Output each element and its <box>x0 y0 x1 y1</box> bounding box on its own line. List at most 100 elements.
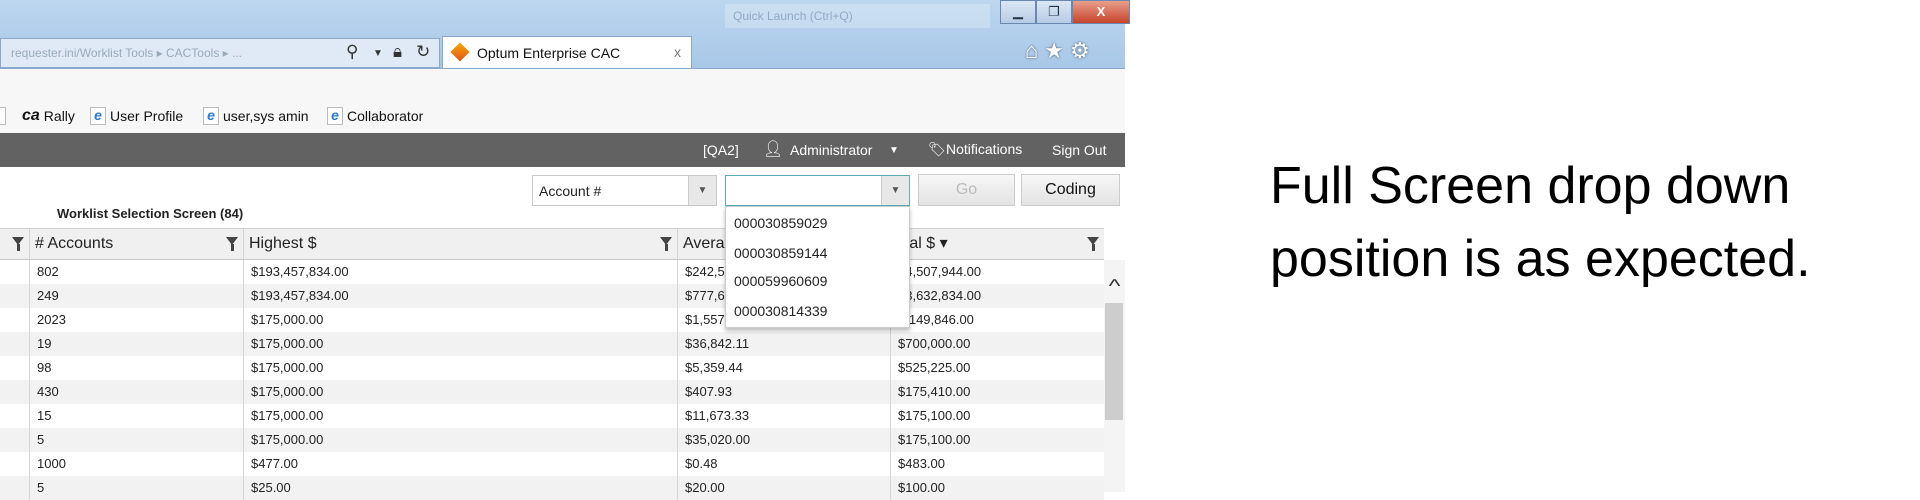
favorite-label: User Profile <box>110 108 184 124</box>
table-cell: $175,410.00 <box>890 380 1104 404</box>
go-button[interactable]: Go <box>918 174 1015 206</box>
table-row[interactable]: 802 $193,457,834.00 $242,5 94,507,944.00 <box>0 260 1104 284</box>
address-bar[interactable]: requester.ini/Worklist Tools ▸ CACTools … <box>0 38 440 68</box>
home-icon[interactable]: ⌂ <box>1025 38 1038 64</box>
table-cell: $175,000.00 <box>243 356 677 380</box>
chevron-down-icon[interactable]: ▼ <box>373 48 383 59</box>
table-cell: $477.00 <box>243 452 677 476</box>
table-cell: $700,000.00 <box>890 332 1104 356</box>
table-row[interactable]: 2023 $175,000.00 $1,557 3,149,846.00 <box>0 308 1104 332</box>
table-cell: $175,100.00 <box>890 404 1104 428</box>
favorite-label: user,sys amin <box>223 108 309 124</box>
table-cell: $36,842.11 <box>677 332 890 356</box>
favorite-user-profile[interactable]: e User Profile <box>90 107 183 125</box>
table-cell <box>0 332 29 356</box>
table-cell <box>0 284 29 308</box>
header-label: # Accounts <box>35 235 114 252</box>
star-icon[interactable]: ★ <box>1044 38 1064 64</box>
favorites-bar: ca Rally e User Profile e user,sys amin e Co… <box>0 68 1125 134</box>
table-cell: $100.00 <box>890 476 1104 500</box>
table-cell: 430 <box>29 380 243 404</box>
gear-icon[interactable]: ⚙ <box>1070 38 1090 64</box>
table-row[interactable]: 19 $175,000.00 $36,842.11 $700,000.00 <box>0 332 1104 356</box>
favorite-user-sys-amin[interactable]: e user,sys amin <box>203 107 309 125</box>
close-button[interactable]: X <box>1072 0 1130 24</box>
table-row[interactable]: 5 $175,000.00 $35,020.00 $175,100.00 <box>0 428 1104 452</box>
table-cell: $525,225.00 <box>890 356 1104 380</box>
chevron-down-icon[interactable]: ▼ <box>889 145 899 156</box>
table-cell <box>0 428 29 452</box>
refresh-icon[interactable]: ↻ <box>416 42 430 62</box>
table-cell: $175,000.00 <box>243 332 677 356</box>
table-cell <box>0 452 29 476</box>
column-header-total[interactable]: otal $ ▾ <box>890 229 1104 259</box>
notifications-link[interactable]: Notifications <box>946 141 1022 157</box>
scrollbar-thumb[interactable] <box>1105 303 1123 420</box>
filter-icon[interactable] <box>1087 237 1099 251</box>
table-cell: $175,000.00 <box>243 428 677 452</box>
table-cell <box>0 308 29 332</box>
browser-tab[interactable]: Optum Enterprise CAC x <box>442 36 692 69</box>
search-icon[interactable]: ⚲ <box>346 42 358 62</box>
annotation-note: Full Screen drop down position is as exp… <box>1270 157 1811 288</box>
favorite-rally[interactable]: ca Rally <box>22 107 75 125</box>
tag-icon: 🏷︎ <box>928 141 946 157</box>
table-cell: 98 <box>29 356 243 380</box>
account-dropdown-list: 000030859029 000030859144 000059960609 0… <box>725 206 910 328</box>
account-search-combobox[interactable]: ▼ <box>725 175 910 206</box>
coding-button[interactable]: Coding <box>1021 174 1120 206</box>
search-field-select[interactable]: Account # ▼ <box>532 175 717 206</box>
page-icon <box>0 107 6 125</box>
table-cell: $193,457,834.00 <box>243 284 677 308</box>
table-cell: 94,507,944.00 <box>890 260 1104 284</box>
table-row[interactable]: 430 $175,000.00 $407.93 $175,410.00 <box>0 380 1104 404</box>
sign-out-link[interactable]: Sign Out <box>1052 142 1106 158</box>
table-cell: 249 <box>29 284 243 308</box>
table-cell <box>0 260 29 284</box>
table-row[interactable]: 1000 $477.00 $0.48 $483.00 <box>0 452 1104 476</box>
column-header-accounts[interactable]: # Accounts <box>29 229 243 259</box>
header-label: Highest $ <box>249 235 317 252</box>
dropdown-option[interactable]: 000030859029 <box>734 215 827 231</box>
filter-icon[interactable] <box>660 237 672 251</box>
user-icon: 👤︎ <box>763 141 784 158</box>
favorite-partial[interactable] <box>0 107 6 125</box>
ie-icon: e <box>90 107 106 125</box>
page-title: Worklist Selection Screen (84) <box>57 206 244 221</box>
filter-icon[interactable] <box>12 237 24 251</box>
table-cell: 15 <box>29 404 243 428</box>
table-cell: 1000 <box>29 452 243 476</box>
minimize-button[interactable]: ▁ <box>1000 0 1036 24</box>
lock-icon: 🔒︎ <box>393 42 403 61</box>
table-cell: $0.48 <box>677 452 890 476</box>
table-cell: $483.00 <box>890 452 1104 476</box>
table-cell: $25.00 <box>243 476 677 500</box>
filter-icon[interactable] <box>226 237 238 251</box>
chevron-down-icon[interactable]: ▼ <box>688 176 716 205</box>
column-header-highest[interactable]: Highest $ <box>243 229 677 259</box>
dropdown-option[interactable]: 000030814339 <box>734 303 827 319</box>
quick-launch[interactable]: Quick Launch (Ctrl+Q) <box>725 4 990 28</box>
environment-label: [QA2] <box>703 142 739 158</box>
table-cell: 5 <box>29 476 243 500</box>
table-cell: $5,359.44 <box>677 356 890 380</box>
dropdown-option[interactable]: 000059960609 <box>734 273 827 289</box>
favorite-collaborator[interactable]: e Collaborator <box>327 107 423 125</box>
dropdown-option[interactable]: 000030859144 <box>734 245 827 261</box>
window-controls: ▁ ❐ X <box>1000 0 1130 24</box>
table-cell <box>0 404 29 428</box>
favorite-label: Rally <box>43 108 75 124</box>
table-row[interactable]: 98 $175,000.00 $5,359.44 $525,225.00 <box>0 356 1104 380</box>
table-cell: 93,632,834.00 <box>890 284 1104 308</box>
restore-button[interactable]: ❐ <box>1036 0 1072 24</box>
table-row[interactable]: 5 $25.00 $20.00 $100.00 <box>0 476 1104 500</box>
table-row[interactable]: 15 $175,000.00 $11,673.33 $175,100.00 <box>0 404 1104 428</box>
scroll-up-icon[interactable]: ^ <box>1100 276 1129 296</box>
chevron-down-icon[interactable]: ▼ <box>881 176 909 205</box>
close-tab-icon[interactable]: x <box>674 44 681 60</box>
grid-header: # Accounts Highest $ Avera otal $ ▾ <box>0 228 1104 260</box>
table-cell <box>0 356 29 380</box>
ie-icon: e <box>327 107 343 125</box>
table-row[interactable]: 249 $193,457,834.00 $777,6 93,632,834.00 <box>0 284 1104 308</box>
user-menu[interactable]: Administrator <box>790 142 872 158</box>
